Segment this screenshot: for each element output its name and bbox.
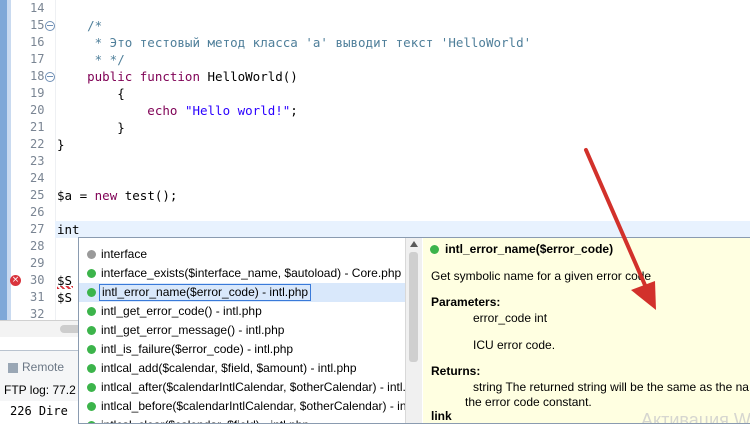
code-line[interactable]: 23: [0, 153, 750, 170]
proposal-label: intl_is_failure($error_code) - intl.php: [101, 342, 294, 356]
proposal-label: interface_exists($interface_name, $autol…: [101, 266, 402, 280]
proposal-label: intlcal_after($calendarIntlCalendar, $ot…: [101, 380, 406, 394]
error-x-icon[interactable]: ×: [10, 275, 21, 286]
code-text: * Это тестовый метод класса 'a' выводит …: [57, 35, 532, 50]
code-line[interactable]: 18 public function HelloWorld(): [0, 68, 750, 85]
proposal-item[interactable]: interface_exists($interface_name, $autol…: [79, 264, 405, 283]
proposal-item[interactable]: intl_is_failure($error_code) - intl.php: [79, 340, 405, 359]
doc-returns-heading: Returns:: [431, 364, 481, 378]
code-line[interactable]: 14: [0, 0, 750, 17]
doc-link[interactable]: link: [431, 409, 452, 423]
line-number: 19: [30, 86, 45, 100]
code-line[interactable]: 25 $a = new test();: [0, 187, 750, 204]
proposal-scrollbar[interactable]: [405, 238, 422, 423]
line-number: 21: [30, 120, 45, 134]
line-number: 22: [30, 137, 45, 151]
function-icon: [87, 345, 96, 354]
doc-param-desc: ICU error code.: [473, 338, 556, 352]
code-line[interactable]: 17 * */: [0, 51, 750, 68]
code-text: echo "Hello world!";: [57, 103, 298, 118]
doc-summary: Get symbolic name for a given error code: [431, 269, 652, 283]
doc-title-text: intl_error_name($error_code): [445, 242, 614, 256]
function-icon: [87, 307, 96, 316]
code-line[interactable]: 24: [0, 170, 750, 187]
code-line[interactable]: 22}: [0, 136, 750, 153]
proposal-item[interactable]: intl_get_error_code() - intl.php: [79, 302, 405, 321]
proposal-label: intl_get_error_code() - intl.php: [101, 304, 262, 318]
line-number: 29: [30, 256, 45, 270]
code-text: {: [57, 86, 125, 101]
code-line[interactable]: 15 /*: [0, 17, 750, 34]
line-number: 16: [30, 35, 45, 49]
code-line[interactable]: 21 }: [0, 119, 750, 136]
line-number: 30: [30, 273, 45, 287]
function-icon: [87, 269, 96, 278]
tab-remote-label: Remote: [22, 360, 65, 374]
line-number: 15: [30, 18, 45, 32]
function-icon: [87, 402, 96, 411]
proposal-item[interactable]: intlcal_before($calendarIntlCalendar, $o…: [79, 397, 405, 416]
line-number: 23: [30, 154, 45, 168]
proposal-label: intl_get_error_message() - intl.php: [101, 323, 285, 337]
proposal-item[interactable]: intlcal_after($calendarIntlCalendar, $ot…: [79, 378, 405, 397]
code-text: $a = new test();: [57, 188, 178, 203]
code-text: }: [57, 137, 65, 152]
proposal-item[interactable]: interface: [79, 245, 405, 264]
code-line[interactable]: 20 echo "Hello world!";: [0, 102, 750, 119]
remote-icon: [8, 362, 18, 373]
code-line[interactable]: 16 * Это тестовый метод класса 'a' вывод…: [0, 34, 750, 51]
code-text: public function HelloWorld(): [57, 69, 298, 84]
proposal-label: interface: [101, 247, 148, 261]
line-number: 26: [30, 205, 45, 219]
line-number: 20: [30, 103, 45, 117]
activation-watermark: Активация W: [641, 410, 750, 423]
proposal-label: intl_error_name($error_code) - intl.php: [99, 284, 312, 301]
code-text: $S: [57, 290, 73, 305]
function-icon: [87, 364, 96, 373]
proposal-label: intlcal_add($calendar, $field, $amount) …: [101, 361, 357, 375]
doc-returns-line2: the error code constant.: [465, 395, 592, 409]
line-number: 28: [30, 239, 45, 253]
line-number: 17: [30, 52, 45, 66]
scrollbar-thumb[interactable]: [409, 252, 418, 362]
code-line[interactable]: 26: [0, 204, 750, 221]
tab-remote[interactable]: Remote: [2, 357, 78, 377]
doc-param: error_code int: [473, 311, 548, 325]
documentation-pane: intl_error_name($error_code) Get symboli…: [423, 238, 750, 423]
line-number: 14: [30, 1, 45, 15]
code-line[interactable]: 19 {: [0, 85, 750, 102]
doc-returns-line1: string The returned string will be the s…: [473, 380, 749, 394]
fold-toggle-icon[interactable]: [45, 21, 55, 31]
scroll-up-icon[interactable]: [410, 241, 418, 247]
doc-params-heading: Parameters:: [431, 295, 501, 309]
proposal-label: intlcal_before($calendarIntlCalendar, $o…: [101, 399, 406, 413]
ftp-log-label: FTP log: 77.2: [4, 383, 76, 397]
function-icon: [430, 245, 439, 254]
line-number: 25: [30, 188, 45, 202]
line-number: 24: [30, 171, 45, 185]
code-text: int: [57, 222, 80, 237]
code-text: /*: [57, 18, 103, 33]
proposal-list[interactable]: interface interface_exists($interface_nam…: [79, 238, 406, 423]
proposal-item[interactable]: intlcal_add($calendar, $field, $amount) …: [79, 359, 405, 378]
code-line[interactable]: 27 int: [0, 221, 750, 238]
code-text: $S: [57, 273, 73, 288]
function-icon: [87, 383, 96, 392]
content-assist-popup[interactable]: interface interface_exists($interface_nam…: [78, 237, 750, 424]
keyword-icon: [87, 250, 96, 259]
function-icon: [87, 326, 96, 335]
function-icon: [87, 288, 96, 297]
line-number: 31: [30, 290, 45, 304]
line-number: 27: [30, 222, 45, 236]
proposal-item[interactable]: intl_get_error_message() - intl.php: [79, 321, 405, 340]
code-text: }: [57, 120, 125, 135]
proposal-item[interactable]: intl_error_name($error_code) - intl.php: [79, 283, 405, 302]
line-number: 18: [30, 69, 45, 83]
code-text: * */: [57, 52, 125, 67]
function-icon: [87, 421, 96, 423]
fold-toggle-icon[interactable]: [45, 72, 55, 82]
doc-title: intl_error_name($error_code): [430, 242, 613, 256]
